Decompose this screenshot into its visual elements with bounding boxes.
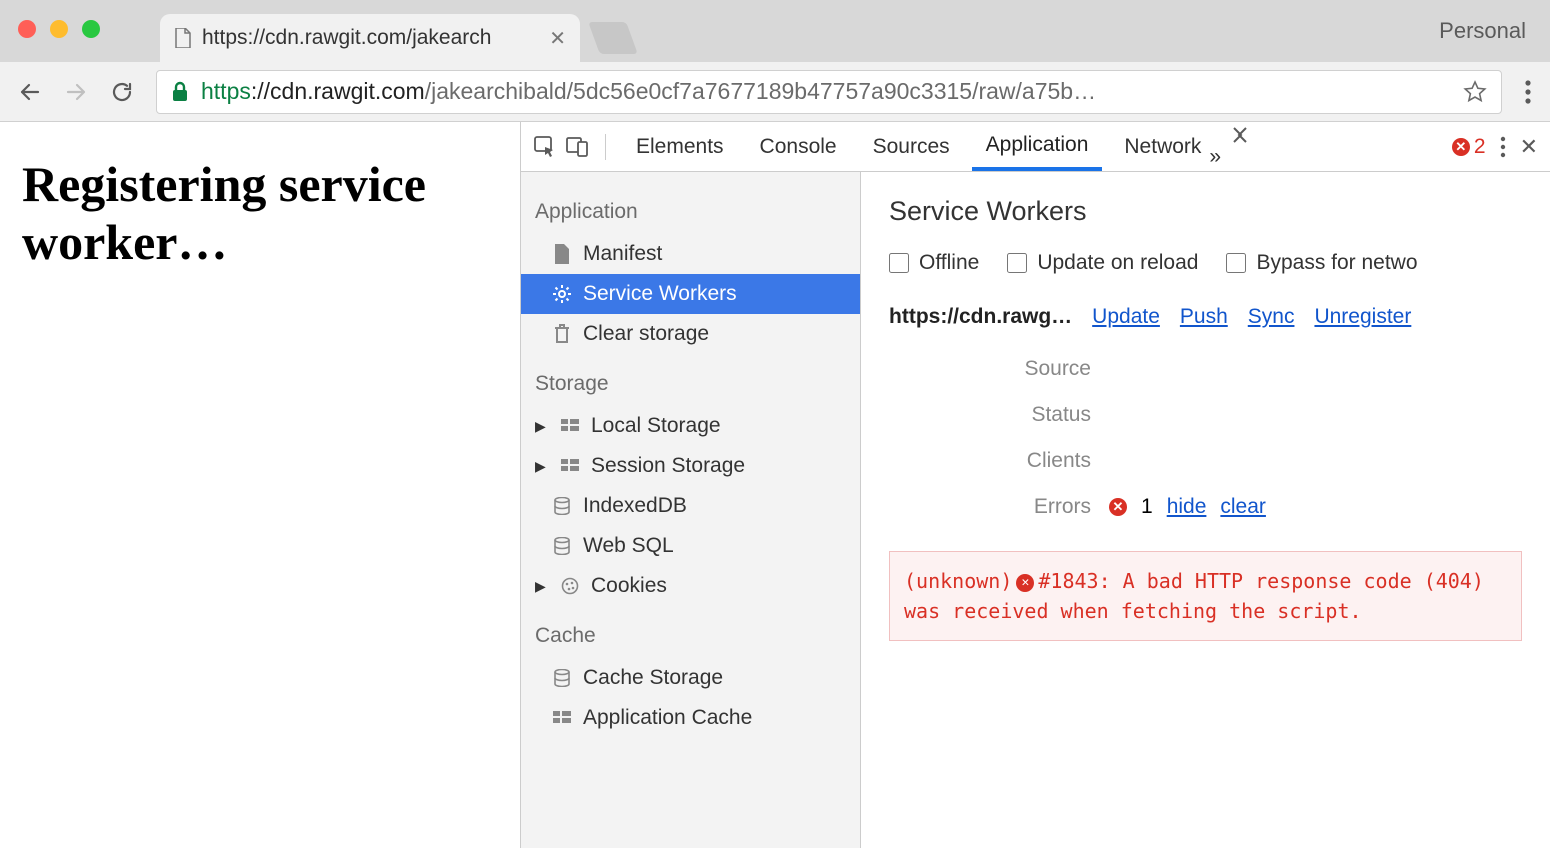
close-devtools-icon[interactable]: ✕ — [1520, 134, 1538, 160]
page-heading: Registering service worker… — [22, 156, 498, 271]
cookie-icon — [559, 577, 581, 595]
back-button[interactable] — [18, 80, 42, 104]
page-icon — [174, 28, 192, 48]
database-icon — [551, 669, 573, 687]
update-link[interactable]: Update — [1092, 305, 1160, 329]
error-icon: ✕ — [1109, 498, 1127, 516]
close-tab-icon[interactable]: ✕ — [549, 26, 566, 51]
devtools-menu-icon[interactable] — [1500, 136, 1506, 158]
section-application: Application — [521, 182, 860, 234]
unregister-link[interactable]: Unregister — [1314, 305, 1411, 329]
device-icon[interactable] — [565, 135, 589, 159]
sw-origin-row: https://cdn.rawg… Update Push Sync Unreg… — [889, 305, 1522, 329]
address-bar[interactable]: https://cdn.rawgit.com/jakearchibald/5dc… — [156, 70, 1502, 114]
window-controls — [18, 20, 100, 38]
sync-link[interactable]: Sync — [1248, 305, 1295, 329]
reload-button[interactable] — [110, 80, 134, 104]
sidebar-item-session-storage[interactable]: ▶ Session Storage — [521, 446, 860, 486]
service-workers-pane: Service Workers Offline Update on reload… — [861, 172, 1550, 848]
grid-icon — [559, 419, 581, 433]
inspect-icon[interactable] — [533, 135, 557, 159]
section-cache: Cache — [521, 606, 860, 658]
errors-value: ✕ 1 hide clear — [1109, 495, 1522, 519]
application-sidebar: Application Manifest Service Workers Cle… — [521, 172, 861, 848]
grid-icon — [559, 459, 581, 473]
clear-errors-link[interactable]: clear — [1220, 495, 1266, 519]
maximize-window-icon[interactable] — [82, 20, 100, 38]
tab-title: https://cdn.rawgit.com/jakearch — [202, 26, 491, 50]
trash-icon — [551, 324, 573, 344]
sidebar-item-manifest[interactable]: Manifest — [521, 234, 860, 274]
expand-icon[interactable]: ▶ — [535, 458, 549, 475]
tab-network[interactable]: Network — [1110, 122, 1215, 171]
error-badge[interactable]: ✕ 2 — [1452, 135, 1486, 159]
bookmark-icon[interactable] — [1463, 80, 1487, 104]
database-icon — [551, 497, 573, 515]
forward-button[interactable] — [64, 80, 88, 104]
grid-icon — [551, 711, 573, 725]
browser-toolbar: https://cdn.rawgit.com/jakearchibald/5dc… — [0, 62, 1550, 122]
more-tabs-icon[interactable]: » — [1227, 125, 1247, 169]
options-row: Offline Update on reload Bypass for netw… — [889, 251, 1522, 275]
devtools-header: Elements Console Sources Application Net… — [521, 122, 1550, 172]
hide-errors-link[interactable]: hide — [1167, 495, 1207, 519]
database-icon — [551, 537, 573, 555]
browser-menu-icon[interactable] — [1524, 79, 1532, 105]
url-text: https://cdn.rawgit.com/jakearchibald/5dc… — [201, 78, 1096, 105]
sw-origin-text: https://cdn.rawg… — [889, 305, 1072, 329]
bypass-network-checkbox[interactable]: Bypass for netwo — [1226, 251, 1417, 275]
page-content: Registering service worker… — [0, 122, 520, 848]
offline-checkbox[interactable]: Offline — [889, 251, 979, 275]
sidebar-item-cookies[interactable]: ▶ Cookies — [521, 566, 860, 606]
tab-application[interactable]: Application — [972, 122, 1103, 171]
tab-sources[interactable]: Sources — [859, 122, 964, 171]
sidebar-item-indexeddb[interactable]: IndexedDB — [521, 486, 860, 526]
sidebar-item-application-cache[interactable]: Application Cache — [521, 698, 860, 738]
errors-label: Errors — [889, 495, 1109, 519]
update-on-reload-checkbox[interactable]: Update on reload — [1007, 251, 1198, 275]
error-icon: ✕ — [1016, 574, 1034, 592]
expand-icon[interactable]: ▶ — [535, 418, 549, 435]
tab-console[interactable]: Console — [746, 122, 851, 171]
close-window-icon[interactable] — [18, 20, 36, 38]
gear-icon — [551, 284, 573, 304]
status-label: Status — [889, 403, 1109, 427]
new-tab-button[interactable] — [588, 22, 638, 54]
browser-tab[interactable]: https://cdn.rawgit.com/jakearch ✕ — [160, 14, 580, 62]
profile-label[interactable]: Personal — [1439, 18, 1526, 44]
section-storage: Storage — [521, 354, 860, 406]
minimize-window-icon[interactable] — [50, 20, 68, 38]
source-label: Source — [889, 357, 1109, 381]
expand-icon[interactable]: ▶ — [535, 578, 549, 595]
sidebar-item-cache-storage[interactable]: Cache Storage — [521, 658, 860, 698]
lock-icon — [171, 81, 189, 103]
pane-title: Service Workers — [889, 196, 1522, 227]
error-icon: ✕ — [1452, 138, 1470, 156]
push-link[interactable]: Push — [1180, 305, 1228, 329]
file-icon — [551, 244, 573, 264]
error-message-box: (unknown)✕#1843: A bad HTTP response cod… — [889, 551, 1522, 641]
tab-strip: https://cdn.rawgit.com/jakearch ✕ Person… — [0, 0, 1550, 62]
clients-label: Clients — [889, 449, 1109, 473]
sidebar-item-service-workers[interactable]: Service Workers — [521, 274, 860, 314]
sidebar-item-local-storage[interactable]: ▶ Local Storage — [521, 406, 860, 446]
devtools-panel: Elements Console Sources Application Net… — [520, 122, 1550, 848]
sidebar-item-clear-storage[interactable]: Clear storage — [521, 314, 860, 354]
tab-elements[interactable]: Elements — [622, 122, 738, 171]
sidebar-item-websql[interactable]: Web SQL — [521, 526, 860, 566]
